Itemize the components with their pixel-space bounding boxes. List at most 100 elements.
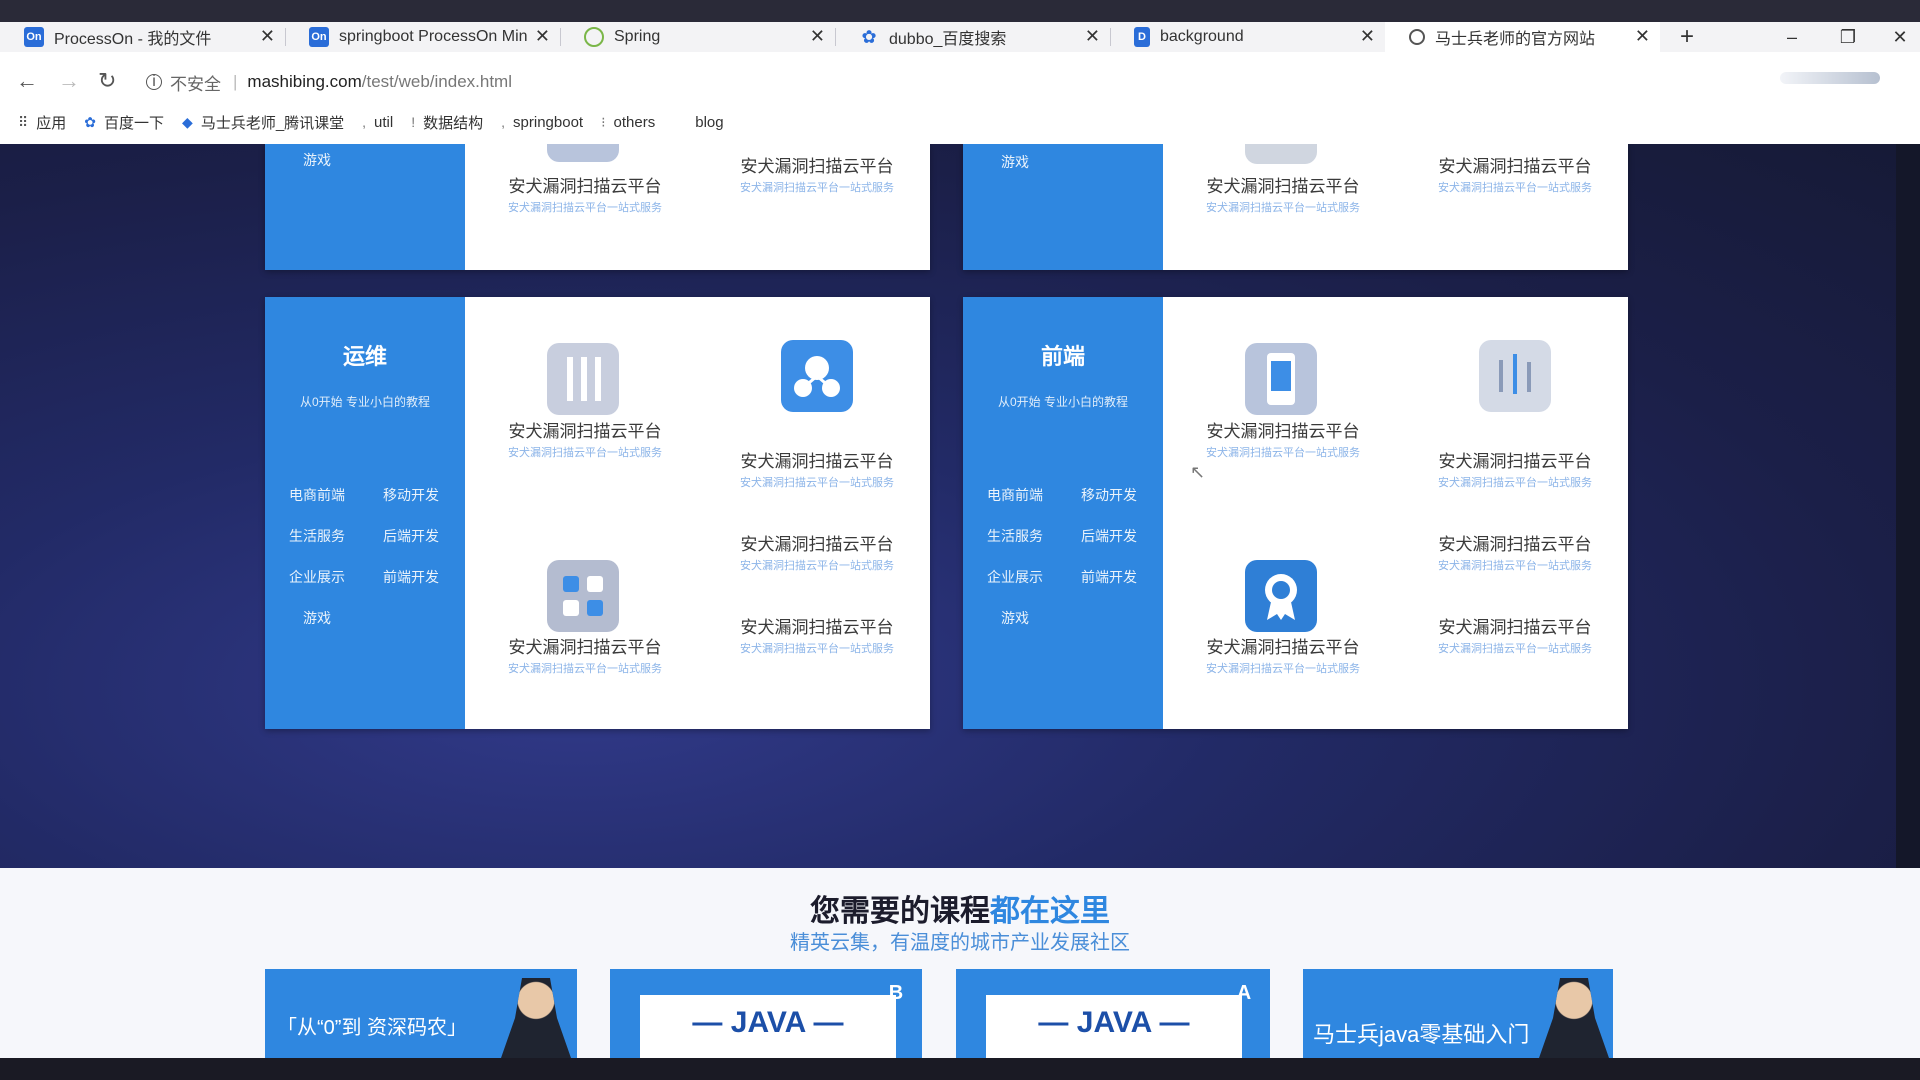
- mobile-device-icon: [1245, 343, 1317, 415]
- category-tag[interactable]: 企业展示: [987, 567, 1043, 587]
- product-name: 安犬漏洞扫描云平台: [508, 638, 662, 657]
- bookmark-tencent-classroom[interactable]: ◆ 马士兵老师_腾讯课堂: [182, 112, 344, 133]
- folder-icon: ,: [362, 114, 367, 130]
- category-title: 运维: [342, 344, 387, 369]
- product-name: 安犬漏洞扫描云平台: [1206, 638, 1360, 657]
- course-card-java-a[interactable]: — JAVA — A: [956, 969, 1270, 1058]
- category-tag[interactable]: 移动开发: [1081, 485, 1137, 505]
- product-name: 安犬漏洞扫描云平台: [1438, 157, 1592, 176]
- course-title: — JAVA —: [986, 995, 1242, 1058]
- product-name: 安犬漏洞扫描云平台: [740, 535, 894, 554]
- bookmark-baidu[interactable]: ✿ 百度一下: [84, 112, 164, 133]
- product-item[interactable]: 安犬漏洞扫描云平台 安犬漏洞扫描云平台一站式服务: [717, 447, 917, 490]
- address-bar[interactable]: i 不安全 | mashibing.com /test/web/index.ht…: [146, 68, 512, 96]
- processon-icon: On: [24, 27, 44, 47]
- category-tag[interactable]: 游戏: [1001, 152, 1029, 172]
- product-name: 安犬漏洞扫描云平台: [740, 452, 894, 471]
- category-tag[interactable]: 游戏: [1001, 608, 1029, 628]
- product-item[interactable]: 安犬漏洞扫描云平台 安犬漏洞扫描云平台一站式服务: [1183, 417, 1383, 460]
- tab-mashibing-active[interactable]: 马士兵老师的官方网站 ✕: [1385, 22, 1660, 52]
- product-item[interactable]: 安犬漏洞扫描云平台 安犬漏洞扫描云平台一站式服务: [717, 152, 917, 195]
- category-tag[interactable]: 前端开发: [1081, 567, 1137, 587]
- bookmark-apps[interactable]: ⠿ 应用: [18, 112, 66, 133]
- course-card-java-b[interactable]: — JAVA — B: [610, 969, 922, 1058]
- tab-label: springboot ProcessOn Min: [339, 28, 528, 45]
- bookmark-label: 数据结构: [423, 114, 484, 132]
- spring-icon: [584, 27, 604, 47]
- product-name: 安犬漏洞扫描云平台: [508, 177, 662, 196]
- forward-arrow-icon[interactable]: →: [58, 68, 80, 94]
- browser-chrome: On ProcessOn - 我的文件 ✕ On springboot Proc…: [0, 0, 1920, 144]
- category-tag[interactable]: 游戏: [303, 608, 331, 628]
- category-tag[interactable]: 生活服务: [289, 526, 345, 546]
- product-item[interactable]: 安犬漏洞扫描云平台 安犬漏洞扫描云平台一站式服务: [717, 530, 917, 573]
- product-name: 安犬漏洞扫描云平台: [1438, 618, 1592, 637]
- bookmarks-bar: ⠿ 应用 ✿ 百度一下 ◆ 马士兵老师_腾讯课堂 , util ! 数据结构 ,…: [0, 108, 1920, 136]
- product-item[interactable]: 安犬漏洞扫描云平台 安犬漏洞扫描云平台一站式服务: [1415, 152, 1615, 195]
- bookmark-blog[interactable]: blog: [695, 114, 723, 131]
- category-tag[interactable]: 前端开发: [383, 567, 439, 587]
- close-icon[interactable]: ✕: [810, 26, 825, 47]
- product-item[interactable]: 安犬漏洞扫描云平台 安犬漏洞扫描云平台一站式服务: [1415, 530, 1615, 573]
- product-icon: [547, 144, 619, 162]
- category-tag[interactable]: 后端开发: [1081, 526, 1137, 546]
- close-window-button[interactable]: ✕: [1880, 22, 1920, 52]
- close-icon[interactable]: ✕: [260, 26, 275, 47]
- product-name: 安犬漏洞扫描云平台: [740, 618, 894, 637]
- course-card-zero-to-senior[interactable]: 「从“0”到 资深码农」: [265, 969, 577, 1058]
- product-item[interactable]: 安犬漏洞扫描云平台 安犬漏洞扫描云平台一站式服务: [485, 633, 685, 676]
- close-icon[interactable]: ✕: [1085, 26, 1100, 47]
- insecure-label: 不安全: [170, 74, 221, 94]
- category-title: 前端: [1040, 344, 1085, 369]
- settings-sliders-icon: [1479, 340, 1551, 412]
- courses-section: 您需要的课程都在这里 精英云集，有温度的城市产业发展社区 「从“0”到 资深码农…: [0, 868, 1920, 1058]
- category-card-frontend: 前端 从0开始 专业小白的教程 电商前端 移动开发 生活服务 后端开发 企业展示…: [963, 297, 1628, 729]
- category-tag[interactable]: 移动开发: [383, 485, 439, 505]
- product-item[interactable]: 安犬漏洞扫描云平台 安犬漏洞扫描云平台一站式服务: [485, 172, 685, 215]
- tab-spring[interactable]: Spring ✕: [560, 22, 835, 52]
- restore-button[interactable]: ❐: [1828, 22, 1868, 52]
- bookmark-util[interactable]: , util: [362, 114, 393, 131]
- tab-processon-files[interactable]: On ProcessOn - 我的文件 ✕: [0, 22, 285, 52]
- url-domain: mashibing.com: [247, 72, 362, 91]
- category-tag[interactable]: 电商前端: [987, 485, 1043, 505]
- info-icon[interactable]: i: [146, 73, 162, 90]
- tab-dubbo-baidu[interactable]: ✿ dubbo_百度搜索 ✕: [835, 22, 1110, 52]
- product-item[interactable]: 安犬漏洞扫描云平台 安犬漏洞扫描云平台一站式服务: [717, 613, 917, 656]
- bookmark-data-structures[interactable]: ! 数据结构: [411, 112, 483, 133]
- product-item[interactable]: 安犬漏洞扫描云平台 安犬漏洞扫描云平台一站式服务: [1415, 447, 1615, 490]
- courses-subtitle: 精英云集，有温度的城市产业发展社区: [790, 932, 1130, 954]
- cloud-network-icon: [781, 340, 853, 412]
- product-item[interactable]: 安犬漏洞扫描云平台 安犬漏洞扫描云平台一站式服务: [485, 417, 685, 460]
- reload-icon[interactable]: ↻: [98, 68, 116, 94]
- tab-bar: On ProcessOn - 我的文件 ✕ On springboot Proc…: [0, 22, 1920, 52]
- instructor-photo: [1539, 978, 1609, 1058]
- category-tag[interactable]: 后端开发: [383, 526, 439, 546]
- close-icon[interactable]: ✕: [1635, 26, 1650, 47]
- tab-springboot-processon[interactable]: On springboot ProcessOn Min ✕: [285, 22, 560, 52]
- close-icon[interactable]: ✕: [1360, 26, 1375, 47]
- courses-title-highlight: 都在这里: [990, 895, 1110, 928]
- mouse-cursor-icon: ↖: [1190, 462, 1206, 482]
- bookmark-springboot[interactable]: , springboot: [501, 114, 583, 131]
- folder-icon: ,: [501, 114, 506, 130]
- product-item[interactable]: 安犬漏洞扫描云平台 安犬漏洞扫描云平台一站式服务: [1183, 172, 1383, 215]
- url-path: /test/web/index.html: [361, 72, 512, 91]
- level-badge: B: [888, 982, 904, 1004]
- new-tab-button[interactable]: +: [1672, 22, 1702, 52]
- tab-background[interactable]: D background ✕: [1110, 22, 1385, 52]
- navigation-bar: ← → ↻ i 不安全 | mashibing.com /test/web/in…: [0, 62, 1920, 100]
- product-item[interactable]: 安犬漏洞扫描云平台 安犬漏洞扫描云平台一站式服务: [1415, 613, 1615, 656]
- close-icon[interactable]: ✕: [535, 26, 550, 47]
- course-card-java-beginner[interactable]: 马士兵java零基础入门: [1303, 969, 1613, 1058]
- bookmark-others[interactable]: ⁝ others: [601, 114, 655, 131]
- minimize-button[interactable]: –: [1772, 22, 1812, 52]
- processon-icon: On: [309, 27, 329, 47]
- extension-slider[interactable]: [1780, 72, 1880, 84]
- category-tag[interactable]: 电商前端: [289, 485, 345, 505]
- back-arrow-icon[interactable]: ←: [16, 68, 38, 94]
- category-tag[interactable]: 生活服务: [987, 526, 1043, 546]
- category-tag[interactable]: 企业展示: [289, 567, 345, 587]
- product-item[interactable]: 安犬漏洞扫描云平台 安犬漏洞扫描云平台一站式服务: [1183, 633, 1383, 676]
- category-tag[interactable]: 游戏: [303, 150, 331, 170]
